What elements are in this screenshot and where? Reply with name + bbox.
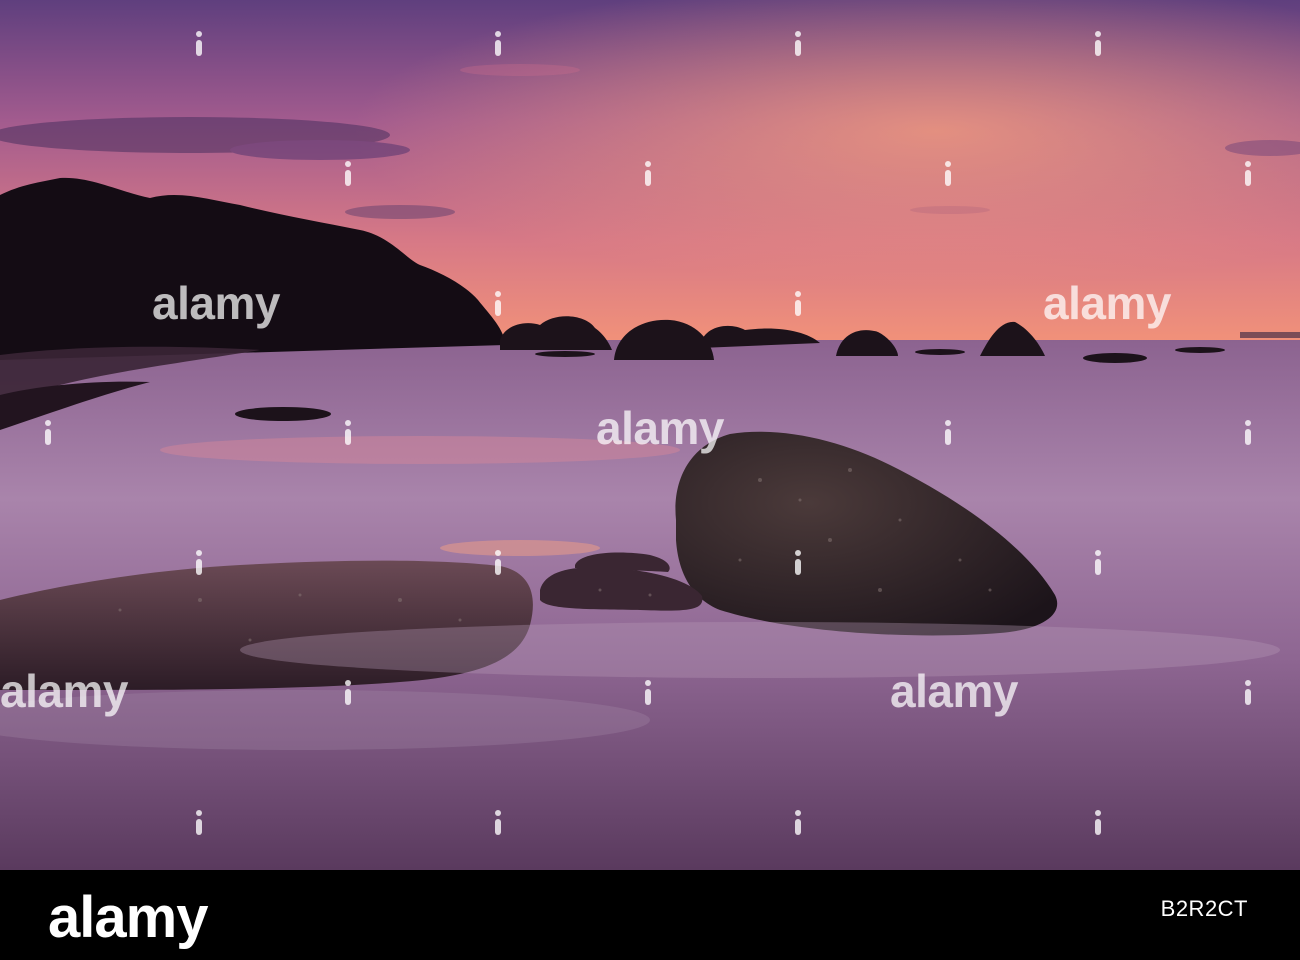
watermark-mark — [1241, 680, 1255, 706]
watermark-mark — [491, 810, 505, 836]
watermark-mark — [491, 550, 505, 576]
stock-footer-bar: alamy B2R2CT — [0, 870, 1300, 960]
watermark-mark — [491, 31, 505, 57]
watermark-mark — [491, 291, 505, 317]
watermark-mark — [1241, 161, 1255, 187]
watermark: alamy — [1043, 277, 1171, 329]
watermark-mark — [1091, 550, 1105, 576]
watermark-mark — [941, 420, 955, 446]
watermark-mark — [1091, 810, 1105, 836]
watermark-mark — [341, 680, 355, 706]
watermark-mark — [192, 550, 206, 576]
watermark-mark — [41, 420, 55, 446]
watermark-mark — [641, 680, 655, 706]
watermark: alamy — [890, 665, 1018, 717]
watermark-mark — [1241, 420, 1255, 446]
watermark-mark — [791, 810, 805, 836]
watermark-mark — [341, 161, 355, 187]
watermark-mark — [1091, 31, 1105, 57]
watermark-mark — [941, 161, 955, 187]
watermark: alamy — [596, 402, 724, 454]
watermark-mark — [341, 420, 355, 446]
alamy-logo: alamy — [48, 885, 208, 950]
misty-surf — [240, 622, 1280, 678]
watermark-mark — [192, 810, 206, 836]
watermark: alamy — [0, 665, 128, 717]
watermark-mark — [641, 161, 655, 187]
watermark-mark — [791, 291, 805, 317]
watermark-mark — [192, 31, 206, 57]
image-id: B2R2CT — [1160, 896, 1248, 921]
watermark: alamy — [152, 277, 280, 329]
watermark-mark — [791, 550, 805, 576]
watermark-mark — [791, 31, 805, 57]
